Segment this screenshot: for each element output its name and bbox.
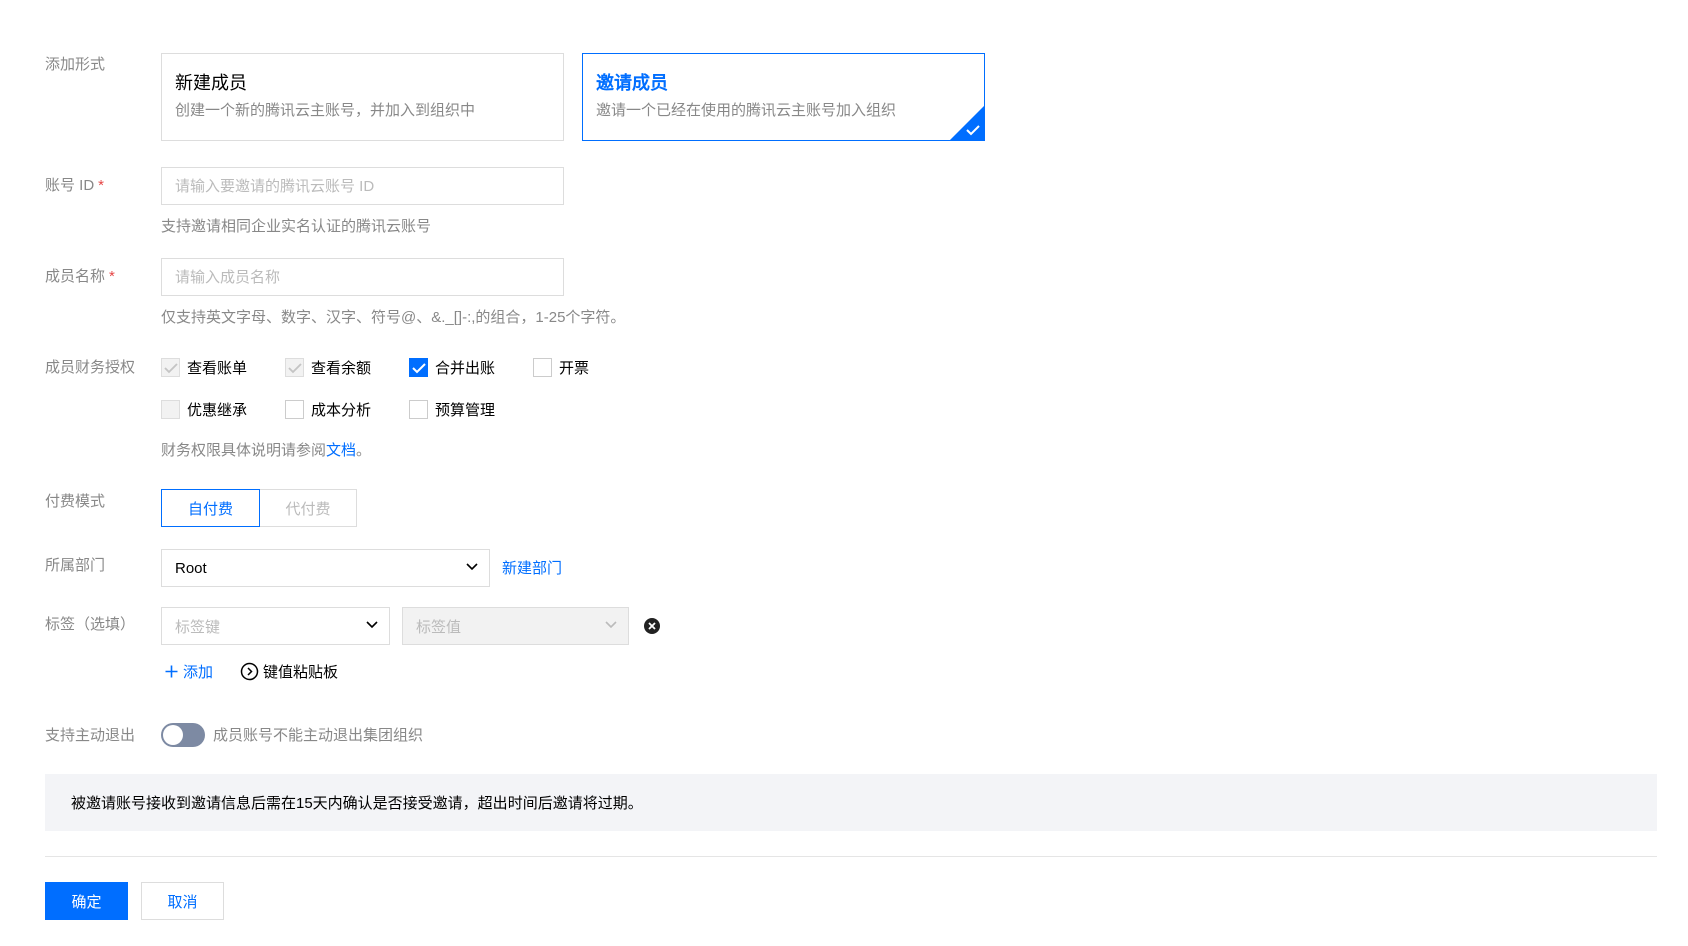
checkbox-invoice[interactable]: 开票 bbox=[533, 357, 589, 378]
doc-link[interactable]: 文档 bbox=[326, 442, 356, 459]
checkbox-label: 开票 bbox=[559, 360, 590, 377]
pay-mode-label: 付费模式 bbox=[45, 493, 106, 510]
checkbox-label: 成本分析 bbox=[311, 402, 372, 419]
quit-toggle[interactable] bbox=[161, 723, 205, 747]
account-id-input[interactable] bbox=[161, 167, 564, 205]
chevron-down-icon bbox=[605, 621, 617, 629]
notice-banner: 被邀请账号接收到邀请信息后需在15天内确认是否接受邀请，超出时间后邀请将过期。 bbox=[45, 774, 1657, 831]
check-icon bbox=[966, 125, 980, 136]
tag-value-select[interactable]: 标签值 bbox=[402, 607, 629, 645]
department-select[interactable]: Root bbox=[161, 549, 490, 587]
new-department-link[interactable]: 新建部门 bbox=[502, 557, 562, 578]
member-name-input[interactable] bbox=[161, 258, 564, 296]
checkbox-discount-inherit[interactable]: 优惠继承 bbox=[161, 399, 247, 420]
required-mark: * bbox=[98, 177, 105, 194]
checkbox-merge-billing[interactable]: 合并出账 bbox=[409, 357, 495, 378]
finance-auth-hint: 财务权限具体说明请参阅文档。 bbox=[161, 442, 372, 459]
tags-label: 标签（选填） bbox=[45, 616, 136, 633]
checkbox-box bbox=[161, 358, 180, 377]
check-icon bbox=[163, 362, 178, 373]
card-create-member[interactable]: 新建成员 创建一个新的腾讯云主账号，并加入到组织中 bbox=[161, 53, 564, 141]
divider bbox=[45, 856, 1657, 857]
member-name-label: 成员名称 * bbox=[45, 268, 115, 285]
required-mark: * bbox=[109, 268, 115, 285]
department-label: 所属部门 bbox=[45, 557, 106, 574]
card-invite-member[interactable]: 邀请成员 邀请一个已经在使用的腾讯云主账号加入组织 bbox=[582, 53, 985, 141]
card-title: 邀请成员 bbox=[596, 73, 668, 93]
chevron-down-icon bbox=[466, 563, 478, 571]
checkbox-box bbox=[161, 400, 180, 419]
toggle-knob bbox=[163, 725, 183, 745]
checkbox-view-balance[interactable]: 查看余额 bbox=[285, 357, 371, 378]
checkbox-box bbox=[285, 400, 304, 419]
checkbox-box bbox=[409, 400, 428, 419]
chevron-down-icon bbox=[366, 621, 378, 629]
pay-mode-agent[interactable]: 代付费 bbox=[259, 489, 357, 527]
quit-label: 支持主动退出 bbox=[45, 727, 136, 744]
chevron-right-circle-icon bbox=[240, 662, 259, 681]
checkbox-label: 合并出账 bbox=[435, 360, 496, 377]
account-id-label: 账号 ID * bbox=[45, 177, 105, 194]
confirm-button[interactable]: 确定 bbox=[45, 882, 128, 920]
check-icon bbox=[287, 362, 302, 373]
checkbox-label: 查看余额 bbox=[311, 360, 372, 377]
plus-icon bbox=[165, 665, 178, 678]
cancel-button[interactable]: 取消 bbox=[141, 882, 224, 920]
checkbox-view-bill[interactable]: 查看账单 bbox=[161, 357, 247, 378]
checkbox-budget-management[interactable]: 预算管理 bbox=[409, 399, 495, 420]
tag-key-select[interactable]: 标签键 bbox=[161, 607, 390, 645]
checkbox-box bbox=[285, 358, 304, 377]
member-name-hint: 仅支持英文字母、数字、汉字、符号@、&._[]-:,的组合，1-25个字符。 bbox=[161, 309, 626, 326]
card-desc: 创建一个新的腾讯云主账号，并加入到组织中 bbox=[175, 102, 476, 119]
remove-tag-icon[interactable] bbox=[643, 617, 661, 635]
pay-mode-self[interactable]: 自付费 bbox=[161, 489, 260, 527]
quit-desc: 成员账号不能主动退出集团组织 bbox=[213, 727, 424, 744]
checkbox-box bbox=[409, 358, 428, 377]
checkbox-box bbox=[533, 358, 552, 377]
tag-value-placeholder: 标签值 bbox=[416, 618, 462, 636]
department-value: Root bbox=[175, 559, 207, 577]
checkbox-label: 预算管理 bbox=[435, 402, 496, 419]
checkbox-cost-analysis[interactable]: 成本分析 bbox=[285, 399, 371, 420]
tag-key-placeholder: 标签键 bbox=[175, 618, 221, 636]
checkbox-label: 查看账单 bbox=[187, 360, 248, 377]
card-title: 新建成员 bbox=[175, 73, 247, 93]
notice-text: 被邀请账号接收到邀请信息后需在15天内确认是否接受邀请，超出时间后邀请将过期。 bbox=[71, 795, 643, 812]
account-id-hint: 支持邀请相同企业实名认证的腾讯云账号 bbox=[161, 218, 432, 235]
checkbox-label: 优惠继承 bbox=[187, 402, 248, 419]
add-tag-button[interactable]: 添加 bbox=[165, 661, 213, 682]
add-type-label: 添加形式 bbox=[45, 56, 106, 73]
paste-board-button[interactable]: 键值粘贴板 bbox=[240, 661, 338, 682]
card-desc: 邀请一个已经在使用的腾讯云主账号加入组织 bbox=[596, 102, 897, 119]
check-icon bbox=[411, 362, 426, 373]
finance-auth-label: 成员财务授权 bbox=[45, 359, 136, 376]
